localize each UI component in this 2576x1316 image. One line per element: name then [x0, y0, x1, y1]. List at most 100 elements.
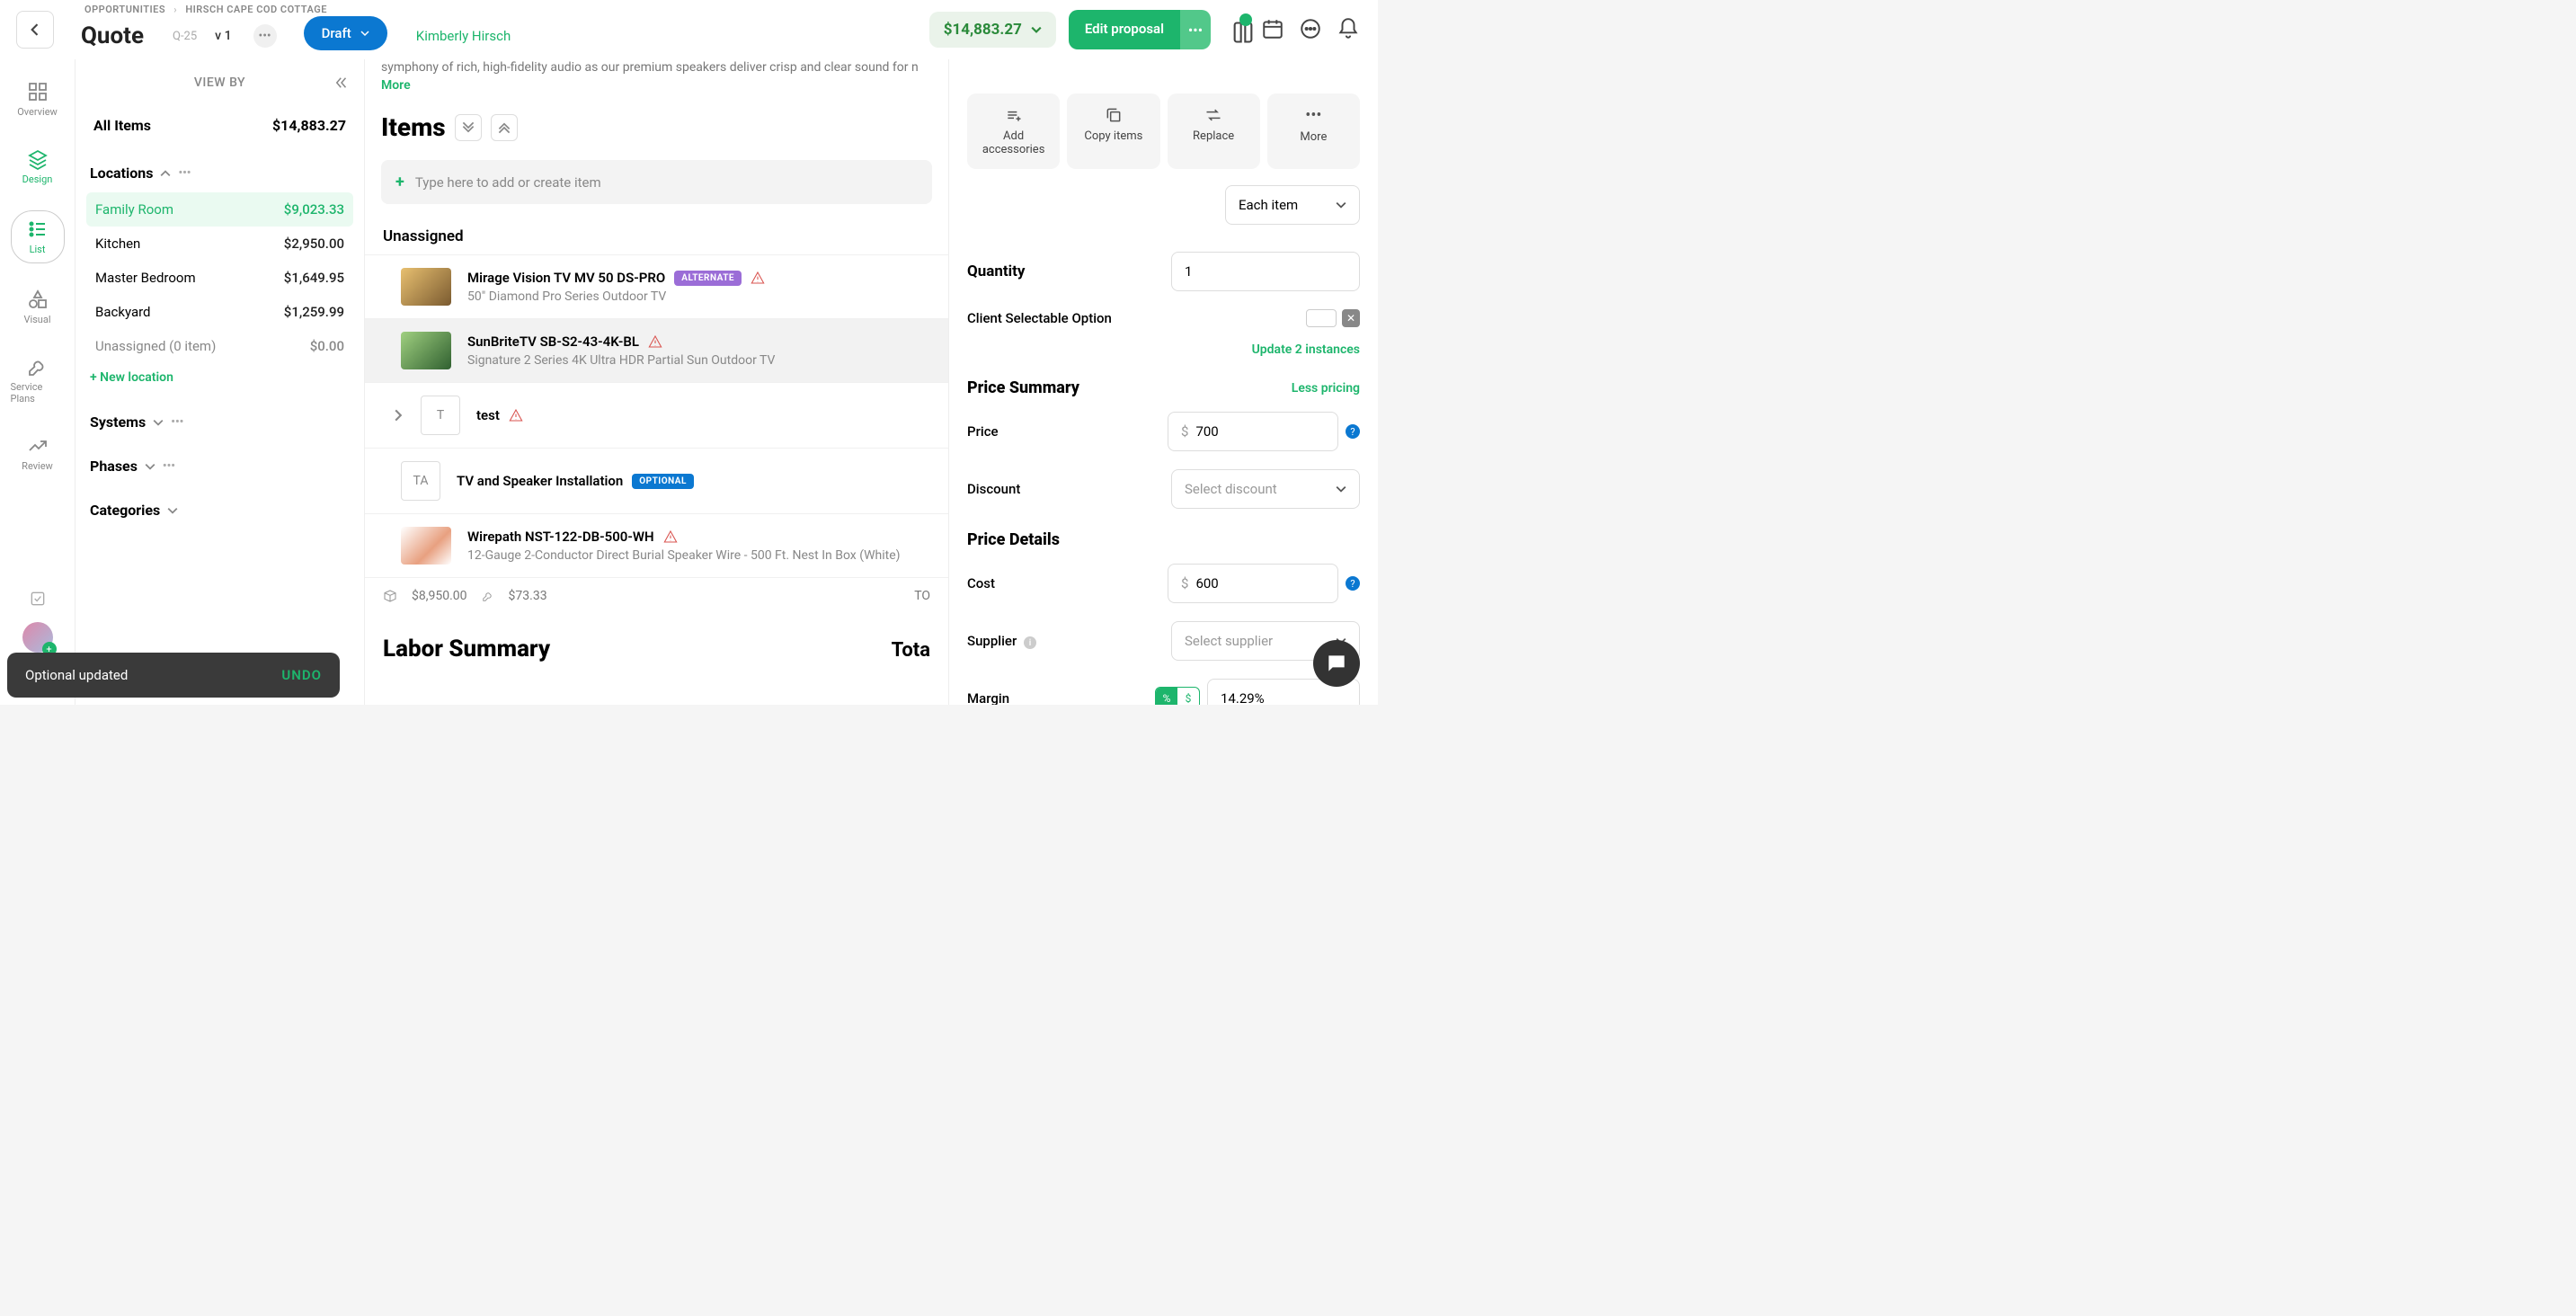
- dollar-option[interactable]: $: [1177, 688, 1199, 705]
- status-dropdown[interactable]: Draft: [304, 16, 387, 50]
- chevron-down-icon: [153, 417, 164, 428]
- copy-items-button[interactable]: Copy items: [1067, 93, 1159, 169]
- quantity-input[interactable]: [1171, 252, 1360, 291]
- margin-unit-toggle[interactable]: % $: [1155, 687, 1200, 705]
- all-items-total: $14,883.27: [272, 117, 346, 134]
- owner-link[interactable]: Kimberly Hirsch: [416, 28, 511, 44]
- add-accessories-button[interactable]: Add accessories: [967, 93, 1060, 169]
- rail-service-plans[interactable]: Service Plans: [11, 351, 65, 410]
- rail-list[interactable]: List: [11, 210, 65, 263]
- less-pricing-link[interactable]: Less pricing: [1292, 381, 1360, 396]
- quote-version[interactable]: v 1: [215, 29, 231, 43]
- location-family-room[interactable]: Family Room $9,023.33: [86, 192, 353, 227]
- item-name: Mirage Vision TV MV 50 DS-PRO: [467, 270, 665, 286]
- labor-summary-header: Labor Summary: [383, 636, 550, 662]
- chevron-right-icon[interactable]: [392, 409, 404, 422]
- chat-icon[interactable]: [1299, 17, 1324, 42]
- collapse-all-button[interactable]: [455, 114, 482, 141]
- update-instances-link[interactable]: Update 2 instances: [1252, 342, 1360, 357]
- warning-icon: [663, 529, 678, 544]
- new-location-button[interactable]: + New location: [86, 363, 353, 392]
- chevron-down-icon: [145, 461, 155, 472]
- calendar-icon[interactable]: [1261, 17, 1286, 42]
- group-locations-header[interactable]: Locations •••: [86, 159, 353, 187]
- more-icon: •••: [1305, 106, 1321, 125]
- items-header: Items: [381, 112, 446, 142]
- more-label: More: [1300, 130, 1327, 144]
- item-row-test[interactable]: T test: [365, 382, 948, 448]
- breadcrumb[interactable]: OPPORTUNITIES › HIRSCH CAPE COD COTTAGE: [84, 4, 327, 15]
- bell-icon[interactable]: [1337, 17, 1362, 42]
- items-subtotal: $8,950.00: [412, 589, 467, 603]
- item-row-sunbrite[interactable]: SunBriteTV SB-S2-43-4K-BL Signature 2 Se…: [365, 318, 948, 382]
- group-systems-menu[interactable]: •••: [171, 415, 183, 429]
- add-item-placeholder: Type here to add or create item: [415, 174, 601, 191]
- avatar[interactable]: [22, 622, 53, 653]
- location-price: $2,950.00: [284, 236, 344, 252]
- grid-icon: [27, 81, 49, 102]
- discount-label: Discount: [967, 481, 1020, 497]
- price-help-icon[interactable]: ?: [1346, 424, 1360, 439]
- add-item-input[interactable]: + Type here to add or create item: [381, 160, 932, 204]
- rail-overview-label: Overview: [17, 106, 58, 118]
- status-label: Draft: [322, 25, 351, 41]
- price-input[interactable]: [1195, 423, 1325, 440]
- rail-design[interactable]: Design: [11, 143, 65, 191]
- checkbox-icon[interactable]: [29, 590, 47, 608]
- quote-more-button[interactable]: •••: [253, 24, 277, 48]
- group-phases-header[interactable]: Phases •••: [86, 452, 353, 480]
- item-thumbnail: [401, 268, 451, 306]
- client-selectable-option-clear[interactable]: ✕: [1342, 309, 1360, 327]
- all-items-row[interactable]: All Items $14,883.27: [86, 108, 353, 143]
- rail-visual[interactable]: Visual: [11, 283, 65, 331]
- client-selectable-option-toggle[interactable]: [1306, 309, 1337, 327]
- cost-input[interactable]: [1195, 575, 1325, 591]
- group-phases-menu[interactable]: •••: [163, 459, 175, 473]
- total-price-dropdown[interactable]: $14,883.27: [929, 12, 1056, 48]
- location-price: $9,023.33: [284, 201, 344, 218]
- item-subtitle: 12-Gauge 2-Conductor Direct Burial Speak…: [467, 548, 901, 563]
- chat-fab[interactable]: [1313, 640, 1360, 687]
- discount-placeholder: Select discount: [1185, 481, 1277, 497]
- more-actions-button[interactable]: ••• More: [1267, 93, 1360, 169]
- location-unassigned[interactable]: Unassigned (0 item) $0.00: [86, 329, 353, 363]
- more-link[interactable]: More: [381, 78, 411, 93]
- item-row-wirepath[interactable]: Wirepath NST-122-DB-500-WH 12-Gauge 2-Co…: [365, 513, 948, 577]
- each-item-select[interactable]: Each item: [1225, 185, 1360, 225]
- rail-review[interactable]: Review: [11, 430, 65, 477]
- group-systems-header[interactable]: Systems •••: [86, 408, 353, 436]
- toast-undo-button[interactable]: UNDO: [281, 667, 322, 683]
- breadcrumb-root[interactable]: OPPORTUNITIES: [84, 4, 165, 15]
- rail-service-plans-label: Service Plans: [11, 381, 65, 405]
- cost-help-icon[interactable]: ?: [1346, 576, 1360, 591]
- item-name: TV and Speaker Installation: [457, 473, 623, 489]
- item-row-tv-speaker-install[interactable]: TA TV and Speaker Installation OPTIONAL: [365, 448, 948, 513]
- item-row-mirage[interactable]: Mirage Vision TV MV 50 DS-PRO ALTERNATE …: [365, 254, 948, 318]
- expand-all-button[interactable]: [491, 114, 518, 141]
- info-icon[interactable]: i: [1024, 636, 1036, 649]
- location-master-bedroom[interactable]: Master Bedroom $1,649.95: [86, 261, 353, 295]
- rail-overview[interactable]: Overview: [11, 76, 65, 123]
- breadcrumb-leaf[interactable]: HIRSCH CAPE COD COTTAGE: [185, 4, 327, 15]
- discount-select[interactable]: Select discount: [1171, 469, 1360, 509]
- back-button[interactable]: [16, 11, 54, 49]
- percent-option[interactable]: %: [1156, 688, 1177, 705]
- collapse-sidebar-button[interactable]: [333, 75, 350, 91]
- total-price-value: $14,883.27: [944, 21, 1022, 39]
- group-categories-header[interactable]: Categories: [86, 496, 353, 524]
- supplier-label-text: Supplier: [967, 633, 1017, 649]
- book-icon[interactable]: [1223, 17, 1248, 42]
- copy-icon: [1105, 106, 1123, 124]
- location-backyard[interactable]: Backyard $1,259.99: [86, 295, 353, 329]
- location-name: Master Bedroom: [95, 270, 196, 286]
- plus-icon: +: [395, 173, 404, 191]
- replace-button[interactable]: Replace: [1168, 93, 1260, 169]
- location-kitchen[interactable]: Kitchen $2,950.00: [86, 227, 353, 261]
- item-thumbnail: T: [421, 396, 460, 435]
- item-thumbnail: [401, 527, 451, 565]
- item-thumbnail: TA: [401, 461, 440, 501]
- edit-proposal-menu-button[interactable]: •••: [1180, 10, 1211, 49]
- edit-proposal-button[interactable]: Edit proposal: [1069, 10, 1180, 49]
- group-locations-menu[interactable]: •••: [178, 166, 191, 180]
- box-icon: [383, 589, 397, 603]
